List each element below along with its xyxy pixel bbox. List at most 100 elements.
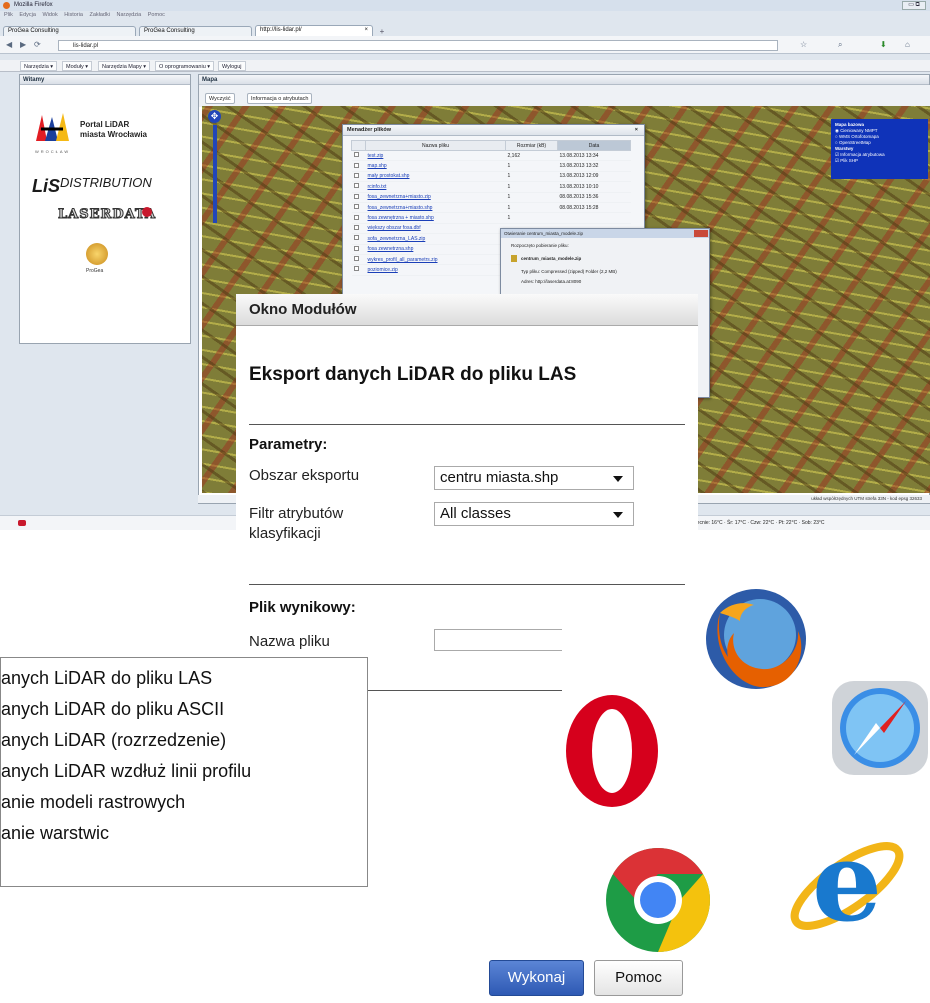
file-row[interactable]: mały prostokat.shp 1 13.08.2013 12:09 [351,171,631,183]
file-name[interactable]: fosa zewnetrzna.shp [365,244,506,255]
tab-progea-2[interactable]: ProGea Consulting [139,26,252,36]
file-name[interactable]: mały prostokat.shp [365,171,506,183]
file-date: 13.08.2013 10:10 [557,181,631,193]
execute-button[interactable]: Wykonaj [489,960,584,996]
file-name[interactable]: fosa zewnętrzna + miasto.shp [365,212,506,224]
menu-edit[interactable]: Edycja [19,12,36,18]
file-row[interactable]: fosa zewnętrzna + miasto.shp 1 [351,212,631,224]
menu-help[interactable]: Pomoc [148,12,165,18]
attribute-info-button[interactable]: Informacja o atrybutach [247,93,313,104]
file-name[interactable]: wykres_profil_all_parametrs.zip [365,254,506,266]
download-address: Adres: http://laserdata.at:8090 [521,279,582,284]
file-name[interactable]: map.shp [365,160,506,172]
toolbar-about[interactable]: O oprogramowaniu ▾ [155,61,215,71]
wroclaw-caption: WROCŁAW [35,149,71,154]
file-name[interactable]: poziomice.zip [365,264,506,276]
lis-distribution-logo: LiSDISTRIBUTION [32,175,152,197]
zoom-control[interactable]: ✥ [208,110,221,230]
file-name[interactable]: test.zip [365,150,506,162]
menu-view[interactable]: Widok [42,12,57,18]
wroclaw-logo [34,111,70,147]
row-checkbox[interactable] [353,235,359,241]
row-checkbox[interactable] [353,224,359,230]
select-column-header [351,140,366,151]
menu-history[interactable]: Historia [64,12,83,18]
pan-icon[interactable]: ✥ [208,110,221,123]
filter-label: Filtr atrybutów klasyfikacji [249,504,343,544]
file-row[interactable]: fosa_zewnetrzna+miasto.zip 1 08.08.2013 15… [351,192,631,203]
file-name[interactable]: rcinfo.txt [365,181,506,193]
module-item-raster[interactable]: anie modeli rastrowych [1,790,185,814]
column-header-size[interactable]: Rozmiar (kB) [505,140,558,151]
filter-select[interactable]: All classes [434,502,634,526]
module-item-contours[interactable]: anie warstwic [1,821,109,845]
download-icon[interactable]: ⬇ [880,41,887,49]
module-item-las[interactable]: anych LiDAR do pliku LAS [1,666,212,690]
toolbar-map-tools[interactable]: Narzędzia Mapy ▾ [98,61,151,71]
toolbar-logout[interactable]: Wyloguj [218,61,246,71]
row-checkbox[interactable] [353,193,359,199]
row-checkbox[interactable] [353,245,359,251]
app-toolbar: Narzędzia ▾ Moduły ▾ Narzędzia Mapy ▾ O … [0,60,930,72]
home-icon[interactable]: ⌂ [905,41,910,49]
module-item-ascii[interactable]: anych LiDAR do pliku ASCII [1,697,224,721]
file-row[interactable]: fosa_zewnetrzna+miasto.shp 1 08.08.2013 15… [351,202,631,214]
row-checkbox[interactable] [353,204,359,210]
forward-icon[interactable]: ▶ [20,41,26,49]
filename-input[interactable] [434,629,574,651]
column-header-date[interactable]: Data [557,140,631,151]
tab-label: ProGea Consulting [8,28,59,34]
row-checkbox[interactable] [353,162,359,168]
row-checkbox[interactable] [353,266,359,272]
new-tab-button[interactable]: + [376,27,388,36]
row-checkbox[interactable] [353,152,359,158]
menu-bookmarks[interactable]: Zakładki [89,12,109,18]
browser-menubar: Plik Edycja Widok Historia Zakładki Narz… [0,11,930,20]
url-bar[interactable]: lis-lidar.pl [58,40,778,51]
tab-progea-1[interactable]: ProGea Consulting [3,26,136,36]
tab-close-icon[interactable]: × [364,26,368,35]
star-icon[interactable]: ☆ [800,41,807,49]
file-name[interactable]: fosa_zewnetrzna+miasto.zip [365,192,506,203]
zoom-slider[interactable] [212,125,217,223]
row-checkbox[interactable] [353,214,359,220]
file-date [557,212,631,224]
clear-button[interactable]: Wyczyść [205,93,235,104]
download-dialog-titlebar: Otwieranie centrum_miasta_modele.zip [501,229,709,238]
module-item-profile[interactable]: anych LiDAR wzdłuż linii profilu [1,759,251,783]
toolbar-modules[interactable]: Moduły ▾ [62,61,93,71]
search-icon[interactable]: ⌕ [838,41,842,49]
column-header-name[interactable]: Nazwa pliku [365,140,506,151]
window-controls[interactable]: ▭ ⧉ [902,1,926,10]
lis-logo-suffix: DISTRIBUTION [60,175,152,190]
download-dialog-title: Otwieranie centrum_miasta_modele.zip [504,231,584,236]
menu-tools[interactable]: Narzędzia [116,12,141,18]
file-row[interactable]: rcinfo.txt 1 13.08.2013 10:10 [351,181,631,193]
addon-icon[interactable] [18,520,26,526]
toolbar-tools[interactable]: Narzędzia ▾ [20,61,58,71]
area-select[interactable]: centru miasta.shp [434,466,634,490]
file-row[interactable]: map.shp 1 13.08.2013 13:32 [351,160,631,172]
layer-shp[interactable]: ☑ Plik SHP [835,158,924,164]
reload-icon[interactable]: ⟳ [34,41,41,49]
file-row[interactable]: test.zip 2,162 13.08.2013 13:34 [351,150,631,162]
row-checkbox[interactable] [353,256,359,262]
file-name[interactable]: sofa_zewnetrzna_LAS.zip [365,233,506,245]
row-checkbox[interactable] [353,172,359,178]
tab-lis-lidar[interactable]: http://lis-lidar.pl/ × [255,25,373,36]
module-item-thinning[interactable]: anych LiDAR (rozrzedzenie) [1,728,226,752]
laserdata-logo: LASERDATA [57,207,157,223]
close-icon[interactable]: × [635,125,638,136]
file-name[interactable]: większy obszar fosa.dbf [365,223,506,235]
file-size: 1 [505,212,558,224]
close-icon[interactable] [694,230,708,237]
file-date: 08.08.2013 15:28 [557,202,631,214]
module-window-header: Okno Modułów [236,294,698,326]
back-icon[interactable]: ◀ [6,41,12,49]
layer-switcher[interactable]: Mapa bazowa ◉ Cieniowany NMPT ○ WMS Orto… [831,119,928,179]
menu-file[interactable]: Plik [4,12,13,18]
help-button[interactable]: Pomoc [594,960,683,996]
file-name[interactable]: fosa_zewnetrzna+miasto.shp [365,202,506,214]
row-checkbox[interactable] [353,183,359,189]
zip-file-icon [511,255,517,262]
